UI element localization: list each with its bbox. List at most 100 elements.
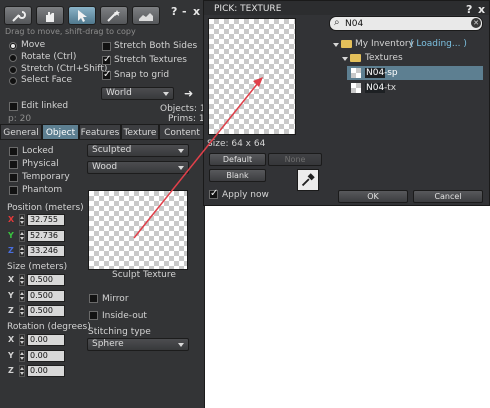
stitching-type-value: Sphere: [92, 339, 124, 349]
clear-search-icon[interactable]: ✕: [471, 18, 481, 28]
tab-content[interactable]: Content: [159, 124, 205, 140]
size-heading: Size (meters): [7, 262, 68, 272]
size-z-spinner[interactable]: [19, 305, 25, 317]
stretch-both-sides-checkbox[interactable]: [102, 42, 111, 51]
none-button[interactable]: None: [268, 153, 322, 166]
pointer-icon: [78, 9, 87, 22]
tool-create-button[interactable]: [100, 6, 128, 25]
blank-button[interactable]: Blank: [209, 169, 266, 182]
position-z-axis: Z: [8, 246, 14, 255]
tool-pointer-button[interactable]: [68, 6, 96, 25]
prim-type-dropdown[interactable]: Sculpted: [87, 144, 189, 157]
phantom-checkbox[interactable]: [9, 186, 18, 195]
inside-out-checkbox[interactable]: [89, 311, 98, 320]
temporary-checkbox[interactable]: [9, 173, 18, 182]
tool-land-button[interactable]: [132, 6, 160, 25]
size-y-axis: Y: [8, 291, 14, 300]
texture-size-text: Size: 64 x 64: [207, 139, 266, 149]
snap-to-grid-checkbox[interactable]: [102, 69, 111, 80]
select-face-radio[interactable]: [9, 77, 17, 85]
tree-textures-folder[interactable]: Textures: [365, 53, 403, 63]
tab-object[interactable]: Object: [42, 124, 79, 140]
ruler-mode-dropdown[interactable]: World: [101, 87, 174, 100]
eyedropper-icon: [301, 173, 315, 187]
close-button[interactable]: x: [193, 5, 200, 18]
help-button[interactable]: ?: [171, 5, 177, 18]
position-z-field[interactable]: 33.246: [27, 245, 65, 257]
rotation-x-field[interactable]: 0.00: [27, 334, 65, 346]
rotation-y-spinner[interactable]: [19, 350, 25, 362]
tab-general[interactable]: General: [0, 124, 42, 140]
hand-icon: [46, 11, 54, 22]
stitching-type-heading: Stitching type: [88, 327, 151, 337]
apply-now-checkbox[interactable]: [209, 188, 218, 199]
sculpt-texture-swatch[interactable]: [88, 190, 188, 270]
material-value: Wood: [92, 162, 118, 172]
stretch-both-sides-label: Stretch Both Sides: [114, 41, 198, 51]
tool-hand-button[interactable]: [36, 6, 64, 25]
picker-close-button[interactable]: x: [478, 3, 485, 16]
position-x-field[interactable]: 32.755: [27, 214, 65, 226]
position-x-spinner[interactable]: [19, 214, 25, 226]
stretch-label: Stretch (Ctrl+Shift): [21, 64, 108, 74]
size-x-spinner[interactable]: [19, 274, 25, 286]
tree-item-match: N04: [365, 83, 386, 93]
tree-item-row[interactable]: N04 -tx: [347, 81, 483, 95]
rotation-z-spinner[interactable]: [19, 365, 25, 377]
search-input[interactable]: N04: [345, 19, 363, 29]
drag-hint: Drag to move, shift-drag to copy: [5, 27, 136, 36]
size-z-field[interactable]: 0.500: [27, 305, 65, 317]
position-y-spinner[interactable]: [19, 230, 25, 242]
rotation-y-axis: Y: [8, 351, 14, 360]
rotation-heading: Rotation (degrees): [7, 322, 91, 332]
size-y-field[interactable]: 0.500: [27, 290, 65, 302]
expand-arrow-icon[interactable]: [342, 57, 348, 61]
edit-linked-checkbox[interactable]: [9, 102, 18, 111]
texture-preview: [208, 18, 296, 135]
chevron-down-icon: [178, 166, 184, 170]
cancel-button[interactable]: Cancel: [413, 190, 483, 203]
rotate-radio[interactable]: [9, 54, 17, 62]
phantom-label: Phantom: [22, 185, 63, 195]
size-z-axis: Z: [8, 306, 14, 315]
stretch-radio[interactable]: [9, 66, 17, 74]
material-dropdown[interactable]: Wood: [87, 161, 189, 174]
mirror-label: Mirror: [102, 294, 129, 304]
tab-texture[interactable]: Texture: [121, 124, 159, 140]
position-z-spinner[interactable]: [19, 245, 25, 257]
picker-help-button[interactable]: ?: [466, 3, 472, 16]
objects-count: Objects: 1: [160, 104, 206, 114]
size-x-field[interactable]: 0.500: [27, 274, 65, 286]
size-y-spinner[interactable]: [19, 290, 25, 302]
expand-arrow-icon[interactable]: [333, 43, 339, 47]
rotation-y-field[interactable]: 0.00: [27, 350, 65, 362]
stretch-textures-checkbox[interactable]: [102, 54, 111, 65]
move-radio[interactable]: [9, 42, 17, 50]
physical-checkbox[interactable]: [9, 160, 18, 169]
ok-button[interactable]: OK: [338, 190, 408, 203]
rotation-z-axis: Z: [8, 366, 14, 375]
select-face-label: Select Face: [21, 75, 72, 85]
default-button[interactable]: Default: [209, 153, 266, 166]
rotation-x-spinner[interactable]: [19, 334, 25, 346]
rotate-label: Rotate (Ctrl): [21, 52, 77, 62]
tree-inventory-label[interactable]: My Inventory: [355, 39, 414, 49]
stitching-type-dropdown[interactable]: Sphere: [87, 338, 189, 351]
tree-item-match: N04: [365, 68, 386, 78]
folder-icon: [350, 54, 361, 62]
apply-now-label: Apply now: [222, 190, 269, 200]
mirror-checkbox[interactable]: [89, 294, 98, 303]
position-x-axis: X: [8, 215, 15, 224]
position-y-field[interactable]: 52.736: [27, 230, 65, 242]
tree-item-selected-row[interactable]: N04 -sp: [347, 66, 483, 80]
tab-features[interactable]: Features: [79, 124, 121, 140]
locked-checkbox[interactable]: [9, 147, 18, 156]
minimize-button[interactable]: -: [182, 5, 187, 18]
prims-count: Prims: 1: [168, 114, 205, 124]
size-x-axis: X: [8, 275, 15, 284]
tool-wrench-button[interactable]: [4, 6, 32, 25]
arrow-right-icon[interactable]: ➜: [184, 87, 193, 100]
eyedropper-button[interactable]: [297, 169, 319, 191]
search-field[interactable]: ⌕ N04 ✕: [329, 16, 483, 31]
rotation-z-field[interactable]: 0.00: [27, 365, 65, 377]
